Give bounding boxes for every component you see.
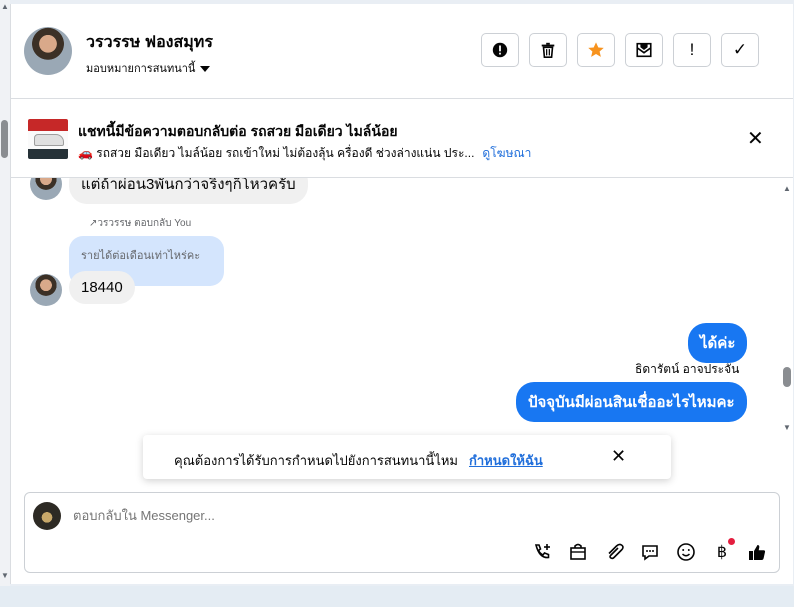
conversation-header: วรวรรษ ฟองสมุทร มอบหมายการสนทนานี้ ! ✓ [11, 4, 793, 99]
attach-button[interactable] [603, 541, 625, 563]
close-icon[interactable]: ✕ [747, 129, 764, 149]
mark-unread-button[interactable] [625, 33, 663, 67]
exclamation-icon: ! [689, 40, 695, 59]
saved-replies-button[interactable] [639, 541, 661, 563]
toast-text: คุณต้องการได้รับการกำหนดไปยังการสนทนานี้… [174, 453, 458, 468]
check-icon: ✓ [732, 40, 748, 59]
chat-bubble-icon [642, 545, 658, 561]
follow-up-button[interactable]: ! [673, 33, 711, 67]
phone-plus-icon [534, 544, 550, 559]
contact-avatar[interactable] [24, 27, 72, 75]
notification-dot [728, 538, 735, 545]
incoming-message[interactable]: แต่ถ้าผ่อน3พันกว่าจริงๆก็โหวครับ [69, 178, 308, 204]
assign-label: มอบหมายการสนทนานี้ [86, 63, 196, 75]
conversation-panel: วรวรรษ ฟองสมุทร มอบหมายการสนทนานี้ ! ✓ แ… [10, 4, 793, 584]
baht-icon: ฿ [716, 544, 728, 561]
paperclip-icon [608, 543, 624, 560]
ad-description: 🚗 รถสวย มือเดียว ไมล์น้อย รถเข้าใหม่ ไม่… [78, 146, 475, 160]
car-icon [34, 134, 64, 146]
reply-meta: ↗วรวรรษ ตอบกลับ You [89, 218, 192, 229]
ad-thumbnail[interactable] [28, 119, 68, 159]
left-scrollbar[interactable]: ▲ ▼ [0, 0, 10, 607]
bottom-strip [0, 586, 794, 607]
assign-to-me-link[interactable]: กำหนดให้ฉัน [469, 450, 543, 471]
alert-circle-icon [492, 42, 508, 58]
star-button[interactable] [577, 33, 615, 67]
left-scrollbar-thumb[interactable] [1, 120, 8, 158]
outgoing-message[interactable]: ได้ค่ะ [688, 323, 748, 363]
mail-icon [636, 42, 652, 58]
outgoing-message[interactable]: ปัจจุบันมีผ่อนสินเชื่ออะไรไหมคะ [516, 382, 747, 422]
like-button[interactable] [746, 541, 768, 563]
assign-toast: คุณต้องการได้รับการกำหนดไปยังการสนทนานี้… [143, 435, 671, 479]
thread-scrollbar-thumb[interactable] [783, 367, 791, 387]
call-button[interactable] [531, 541, 553, 563]
incoming-message[interactable]: 18440 [69, 271, 135, 304]
thread-scrollbar[interactable]: ▲ ▼ [783, 180, 793, 434]
scroll-down-arrow-icon[interactable]: ▼ [783, 423, 791, 432]
message-thread[interactable]: แต่ถ้าผ่อน3พันกว่าจริงๆก็โหวครับ ↗วรวรรษ… [11, 178, 781, 434]
contact-name[interactable]: วรวรรษ ฟองสมุทร [86, 30, 213, 55]
scroll-up-arrow-icon[interactable]: ▲ [1, 2, 9, 11]
ad-title: แชทนี้มีข้อความตอบกลับต่อ รถสวย มือเดียว… [78, 123, 398, 139]
emoji-button[interactable] [675, 541, 697, 563]
ad-description-line: 🚗 รถสวย มือเดียว ไมล์น้อย รถเข้าใหม่ ไม่… [78, 144, 531, 163]
sender-name: ธิดารัตน์ อาจประจัน [635, 362, 740, 376]
scroll-down-arrow-icon[interactable]: ▼ [1, 571, 9, 580]
scroll-up-arrow-icon[interactable]: ▲ [783, 184, 791, 193]
reply-input[interactable] [73, 508, 473, 523]
thumbs-up-icon [749, 545, 766, 560]
reply-composer: ฿ [24, 492, 780, 573]
ad-reply-banner: แชทนี้มีข้อความตอบกลับต่อ รถสวย มือเดียว… [11, 99, 793, 178]
assign-conversation-dropdown[interactable]: มอบหมายการสนทนานี้ [86, 59, 211, 77]
star-icon [588, 42, 604, 57]
caret-down-icon [200, 66, 211, 73]
smiley-icon [677, 543, 695, 561]
shopping-bag-icon [570, 543, 586, 560]
mark-done-button[interactable]: ✓ [721, 33, 759, 67]
page-avatar [33, 502, 61, 530]
delete-button[interactable] [529, 33, 567, 67]
close-icon[interactable]: ✕ [611, 447, 626, 465]
contact-avatar-small [30, 274, 62, 306]
shop-button[interactable] [567, 541, 589, 563]
contact-avatar-small [30, 178, 62, 200]
trash-icon [541, 42, 555, 59]
view-ad-link[interactable]: ดูโฆษณา [482, 146, 531, 160]
report-button[interactable] [481, 33, 519, 67]
